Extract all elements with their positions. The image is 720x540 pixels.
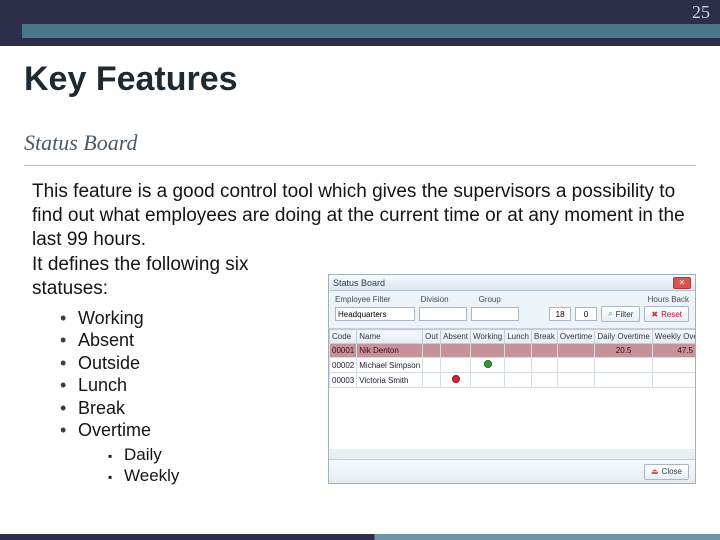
- cell-absent: [441, 373, 471, 388]
- col-weekly-ot[interactable]: Weekly Overtime: [652, 330, 695, 344]
- header-bar-dark: [0, 0, 720, 46]
- header-bar-teal: [22, 24, 720, 38]
- paragraph-statuses-lead: It defines the following six statuses:: [32, 253, 322, 301]
- status-table-wrap: Code Name Out Absent Working Lunch Break…: [329, 329, 695, 449]
- footer-bar: [0, 534, 720, 540]
- col-overtime[interactable]: Overtime: [557, 330, 594, 344]
- reset-icon: [651, 310, 658, 319]
- hours-back-to-input[interactable]: [575, 307, 597, 321]
- col-code[interactable]: Code: [330, 330, 357, 344]
- filter-button-label: Filter: [616, 310, 634, 319]
- page-title: Key Features: [24, 60, 238, 99]
- filter-label-hours-back: Hours Back: [648, 295, 689, 304]
- paragraph-intro: This feature is a good control tool whic…: [32, 180, 692, 251]
- table-header-row: Code Name Out Absent Working Lunch Break…: [330, 330, 696, 344]
- cell-name: Michael Simpson: [357, 358, 423, 373]
- cell-code: 00003: [330, 373, 357, 388]
- filter-icon: [608, 309, 612, 319]
- filter-label-division: Division: [421, 295, 449, 304]
- page-number: 25: [692, 2, 710, 23]
- table-row[interactable]: 00001 Nik Denton 20.5 47.5: [330, 344, 696, 358]
- divider: [24, 165, 696, 166]
- page-subtitle: Status Board: [24, 130, 137, 156]
- window-close-icon[interactable]: ✕: [673, 277, 691, 289]
- col-absent[interactable]: Absent: [441, 330, 471, 344]
- status-dot-absent-icon: [452, 375, 460, 383]
- group-filter-input[interactable]: [471, 307, 519, 321]
- col-working[interactable]: Working: [470, 330, 504, 344]
- col-out[interactable]: Out: [423, 330, 441, 344]
- division-filter-input[interactable]: [419, 307, 467, 321]
- filter-button[interactable]: Filter: [601, 306, 640, 322]
- col-name[interactable]: Name: [357, 330, 423, 344]
- status-table: Code Name Out Absent Working Lunch Break…: [329, 329, 695, 388]
- status-dot-working-icon: [484, 360, 492, 368]
- col-lunch[interactable]: Lunch: [505, 330, 532, 344]
- employee-filter-input[interactable]: [335, 307, 415, 321]
- close-button[interactable]: Close: [644, 464, 689, 480]
- col-break[interactable]: Break: [531, 330, 557, 344]
- reset-button-label: Reset: [661, 310, 682, 319]
- col-daily-ot[interactable]: Daily Overtime: [595, 330, 652, 344]
- window-title: Status Board: [333, 278, 385, 288]
- cell-code: 00001: [330, 344, 357, 358]
- filter-bar: Employee Filter Division Group Hours Bac…: [329, 291, 695, 329]
- status-board-window: Status Board ✕ Employee Filter Division …: [328, 274, 696, 484]
- table-row[interactable]: 00002 Michael Simpson: [330, 358, 696, 373]
- hours-back-from-input[interactable]: [549, 307, 571, 321]
- cell-name: Nik Denton: [357, 344, 423, 358]
- close-icon: [651, 467, 659, 476]
- cell-weekly-ot: 47.5: [652, 344, 695, 358]
- status-item-label: Overtime: [78, 420, 151, 440]
- window-titlebar: Status Board ✕: [329, 275, 695, 291]
- filter-label-group: Group: [479, 295, 501, 304]
- cell-name: Victoria Smith: [357, 373, 423, 388]
- window-footer: Close: [329, 459, 695, 483]
- table-row[interactable]: 00003 Victoria Smith: [330, 373, 696, 388]
- slide: 25 Key Features Status Board This featur…: [0, 0, 720, 540]
- reset-button[interactable]: Reset: [644, 306, 689, 322]
- filter-label-employee: Employee Filter: [335, 295, 391, 304]
- cell-working: [470, 358, 504, 373]
- cell-daily-ot: 20.5: [595, 344, 652, 358]
- cell-code: 00002: [330, 358, 357, 373]
- close-button-label: Close: [662, 467, 682, 476]
